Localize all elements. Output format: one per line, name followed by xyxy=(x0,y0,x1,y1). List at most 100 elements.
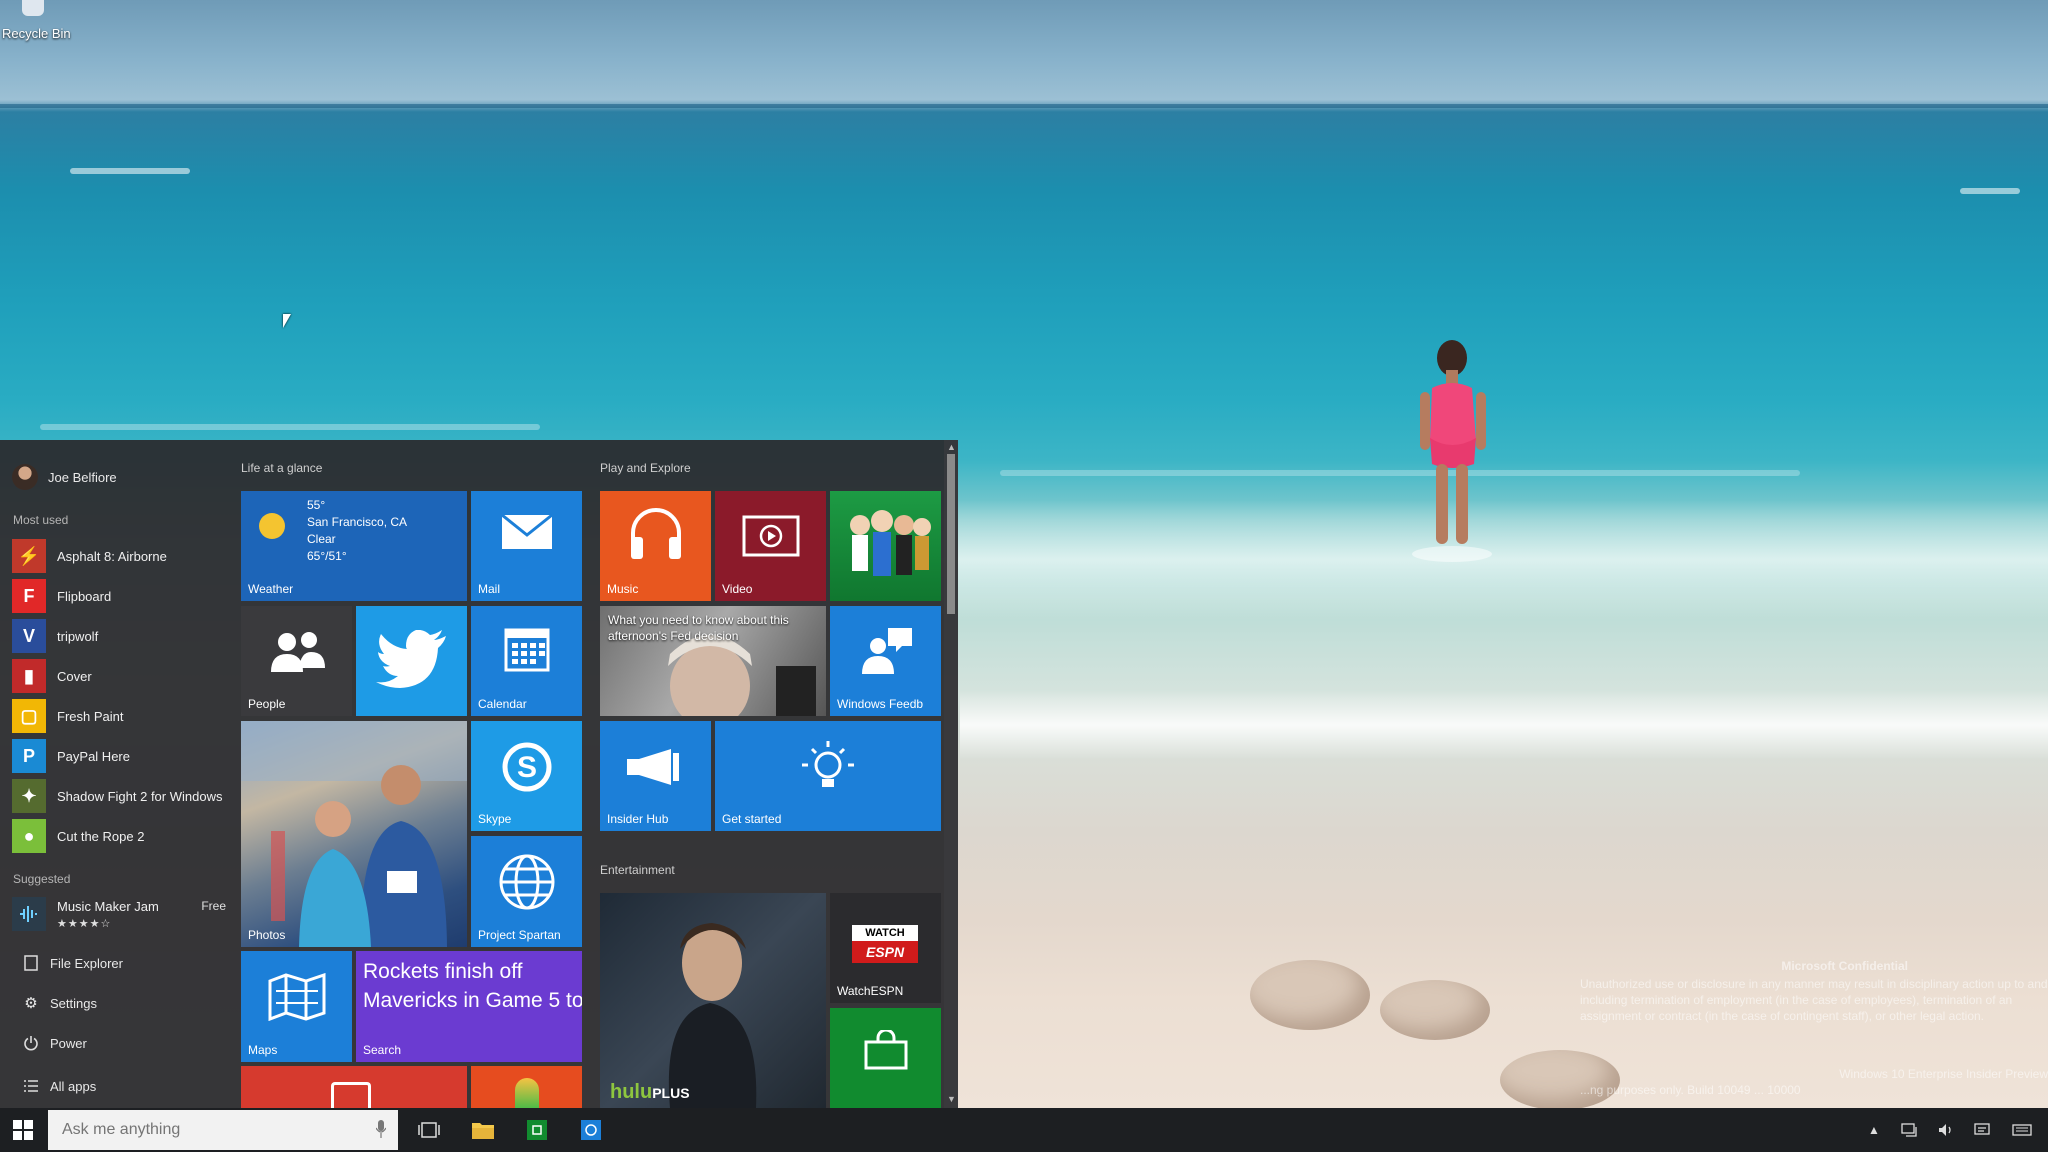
calendar-tile[interactable]: Calendar xyxy=(471,606,582,716)
mail-icon xyxy=(471,513,582,556)
microphone-icon[interactable] xyxy=(376,1120,386,1138)
search-input[interactable] xyxy=(62,1121,362,1139)
weather-tile[interactable]: 55° San Francisco, CA Clear 65°/51° Weat… xyxy=(241,491,467,601)
all-apps-link[interactable]: All apps xyxy=(20,1073,96,1099)
calendar-icon xyxy=(471,628,582,677)
settings-label: Settings xyxy=(50,995,97,1011)
file-explorer-label: File Explorer xyxy=(50,955,123,971)
most-used-item[interactable]: Vtripwolf xyxy=(12,618,234,654)
recycle-bin-icon xyxy=(22,0,44,16)
avatar xyxy=(12,464,38,490)
partial-tile-orange[interactable] xyxy=(471,1066,582,1108)
insider-hub-label: Insider Hub xyxy=(607,812,669,826)
people-icon xyxy=(241,628,352,679)
news-tile[interactable]: What you need to know about this afterno… xyxy=(600,606,826,716)
hulu-plus-logo: huluPLUS xyxy=(610,1081,690,1104)
most-used-item[interactable]: P PayPal Here xyxy=(12,738,234,774)
store-icon xyxy=(527,1120,547,1140)
asphalt-icon: ⚡ xyxy=(12,539,46,573)
weather-condition: Clear xyxy=(307,532,336,546)
hulu-logo-text: hulu xyxy=(610,1081,653,1103)
video-label: Video xyxy=(722,582,753,596)
sun-icon xyxy=(259,513,285,539)
news-headline: What you need to know about this afterno… xyxy=(608,613,789,643)
most-used-item-label: tripwolf xyxy=(57,628,99,644)
most-used-item-label: PayPal Here xyxy=(57,748,130,764)
headphones-icon xyxy=(600,505,711,566)
twitter-tile[interactable] xyxy=(356,606,467,716)
photo-people-image xyxy=(241,721,467,947)
show-hidden-icons[interactable]: ▲ xyxy=(1856,1108,1892,1152)
task-view-button[interactable] xyxy=(404,1108,454,1152)
weather-range: 65°/51° xyxy=(307,549,347,563)
start-button[interactable] xyxy=(0,1108,46,1152)
maps-label: Maps xyxy=(248,1043,278,1057)
most-used-item[interactable]: ▢ Fresh Paint xyxy=(12,698,234,734)
power-icon xyxy=(20,1035,42,1051)
most-used-item[interactable]: ⚡ Asphalt 8: Airborne xyxy=(12,538,234,574)
watchespn-label: WatchESPN xyxy=(837,984,904,998)
video-tile[interactable]: Video xyxy=(715,491,826,601)
people-tile[interactable]: People xyxy=(241,606,352,716)
project-spartan-tile[interactable]: Project Spartan xyxy=(471,836,582,947)
sand-mound xyxy=(1380,980,1490,1040)
recycle-bin[interactable]: Recycle Bin xyxy=(0,0,80,44)
espn-watch-text: WATCH xyxy=(852,925,918,941)
insider-hub-tile[interactable]: Insider Hub xyxy=(600,721,711,831)
keyboard-icon[interactable] xyxy=(2004,1108,2040,1152)
hulu-plus-text: PLUS xyxy=(652,1085,690,1101)
confidential-watermark: Microsoft Confidential Unauthorized use … xyxy=(1580,958,2048,1098)
partial-tile-red[interactable] xyxy=(241,1066,467,1108)
watermark-body: Unauthorized use or disclosure in any ma… xyxy=(1580,977,2048,1023)
most-used-item[interactable]: ● Cut the Rope 2 xyxy=(12,818,234,854)
skype-label: Skype xyxy=(478,812,512,826)
gear-icon: ⚙ xyxy=(24,995,38,1012)
user-account[interactable]: Joe Belfiore xyxy=(12,462,117,492)
mail-label: Mail xyxy=(478,582,501,596)
search-tile[interactable]: Rockets finish off Mavericks in Game 5 t… xyxy=(356,951,582,1062)
start-scrollbar[interactable]: ▲ ▼ xyxy=(944,440,958,1108)
mail-tile[interactable]: Mail xyxy=(471,491,582,601)
most-used-item-label: Cover xyxy=(57,668,92,684)
hulu-plus-tile[interactable]: huluPLUS xyxy=(600,893,826,1108)
settings-link[interactable]: ⚙ Settings xyxy=(20,990,97,1016)
store-tile[interactable] xyxy=(830,1008,941,1108)
taskbar-store[interactable] xyxy=(512,1108,562,1152)
volume-icon[interactable] xyxy=(1928,1108,1964,1152)
get-started-tile[interactable]: Get started xyxy=(715,721,941,831)
photos-tile[interactable]: Photos xyxy=(241,721,467,947)
music-maker-jam-icon xyxy=(12,897,46,931)
most-used-item[interactable]: F Flipboard xyxy=(12,578,234,614)
cover-icon: ▮ xyxy=(12,659,46,693)
skype-tile[interactable]: S Skype xyxy=(471,721,582,831)
map-pin-icon xyxy=(515,1078,539,1108)
scroll-up-arrow-icon[interactable]: ▲ xyxy=(947,442,956,452)
action-center-icon[interactable] xyxy=(1964,1108,2000,1152)
flipboard-icon: F xyxy=(12,579,46,613)
taskbar-app[interactable] xyxy=(566,1108,616,1152)
watermark-footer: ...ng purposes only. Build 10049 ... 100… xyxy=(1580,1083,1801,1097)
cortana-search-box[interactable] xyxy=(48,1110,398,1150)
power-button[interactable]: Power xyxy=(20,1030,87,1056)
sand-mound xyxy=(1250,960,1370,1030)
most-used-item[interactable]: ▮ Cover xyxy=(12,658,234,694)
scroll-down-arrow-icon[interactable]: ▼ xyxy=(947,1094,956,1104)
watchespn-tile[interactable]: WATCH ESPN WatchESPN xyxy=(830,893,941,1003)
start-menu: Joe Belfiore Most used ⚡ Asphalt 8: Airbo… xyxy=(0,440,958,1108)
taskbar-file-explorer[interactable] xyxy=(458,1108,508,1152)
horizon xyxy=(0,104,2048,108)
most-used-item[interactable]: ✦ Shadow Fight 2 for Windows xyxy=(12,778,234,814)
maps-tile[interactable]: Maps xyxy=(241,951,352,1062)
map-icon xyxy=(241,972,352,1026)
windows-feedback-tile[interactable]: Windows Feedb xyxy=(830,606,941,716)
windows-feedback-label: Windows Feedb xyxy=(837,697,924,711)
network-icon[interactable] xyxy=(1892,1108,1928,1152)
project-spartan-label: Project Spartan xyxy=(478,928,561,942)
file-explorer-link[interactable]: File Explorer xyxy=(20,950,123,976)
all-apps-label: All apps xyxy=(50,1078,97,1094)
xbox-tile[interactable] xyxy=(830,491,941,601)
suggested-app[interactable]: Music Maker Jam ★★★★☆ Free xyxy=(12,894,226,934)
weather-details: 55° San Francisco, CA Clear 65°/51° xyxy=(307,497,407,565)
music-tile[interactable]: Music xyxy=(600,491,711,601)
scroll-thumb[interactable] xyxy=(947,454,955,614)
